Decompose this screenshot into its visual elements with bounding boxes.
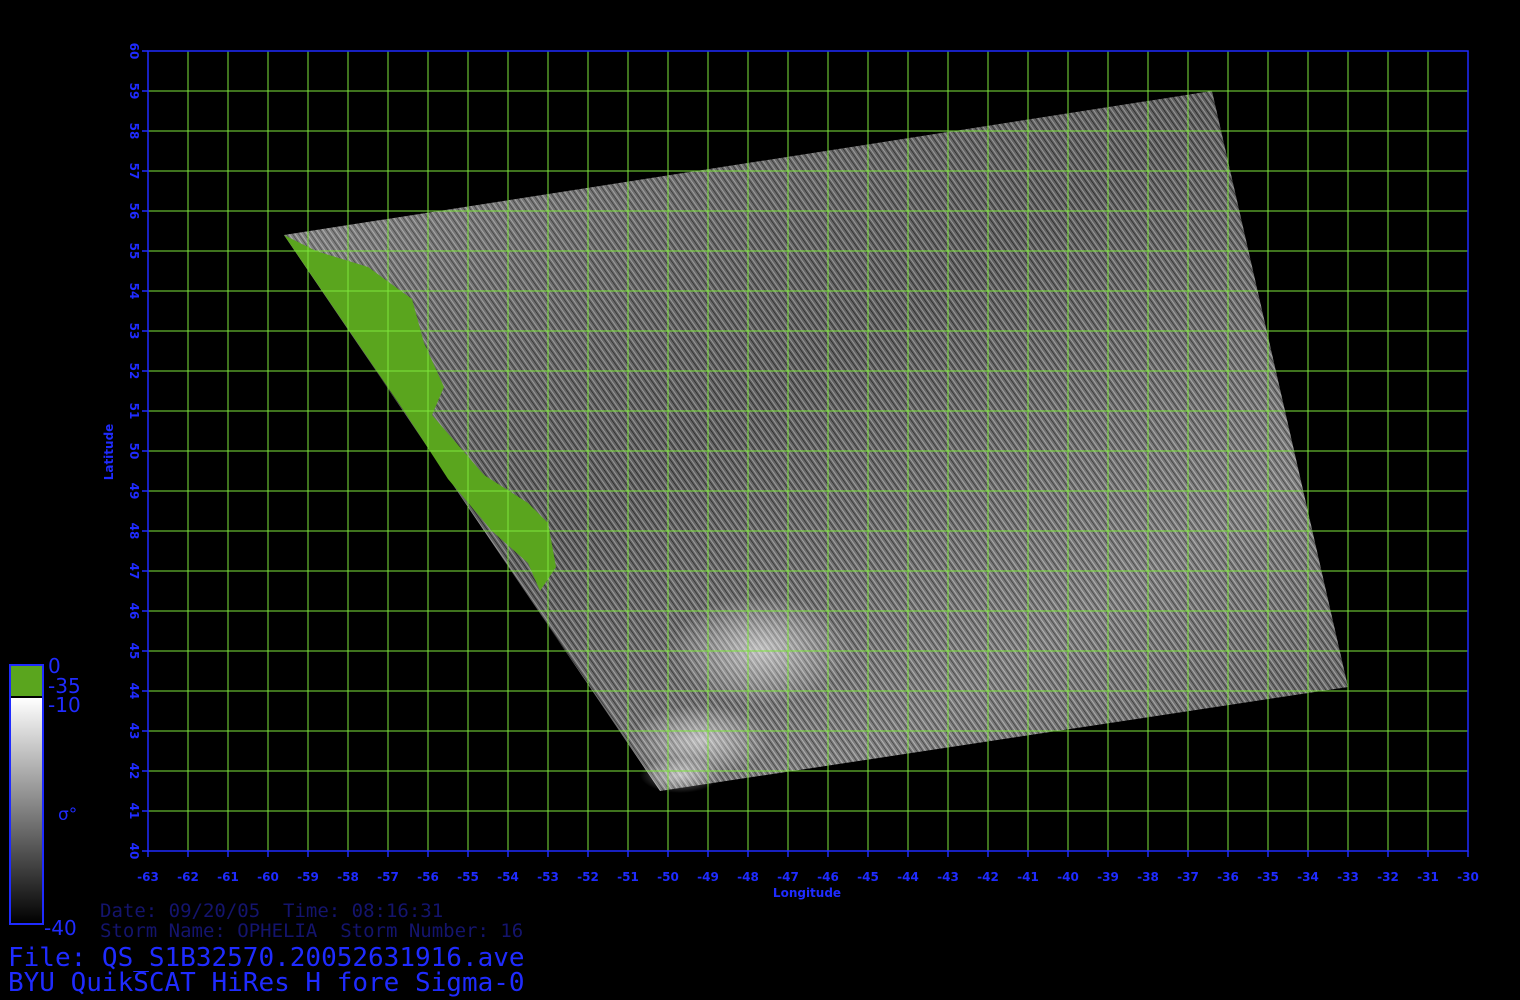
y-tick-label: 51 <box>127 403 141 420</box>
y-tick-label: 59 <box>127 83 141 100</box>
y-tick-label: 53 <box>127 323 141 340</box>
colorbar-upper-label: -10 <box>48 693 81 717</box>
colorbar-land-swatch <box>10 665 43 696</box>
x-tick-label: -30 <box>1457 870 1479 884</box>
y-tick-label: 40 <box>127 843 141 860</box>
y-tick-label: 48 <box>127 523 141 540</box>
storm-line: Storm Name: OPHELIA Storm Number: 16 <box>100 920 524 942</box>
x-tick-label: -52 <box>577 870 599 884</box>
y-tick-label: 49 <box>127 483 141 500</box>
x-tick-label: -43 <box>937 870 959 884</box>
x-tick-label: -59 <box>297 870 319 884</box>
colorbar: 0 -35 -10 σ° -40 <box>9 654 81 940</box>
x-tick-label: -42 <box>977 870 999 884</box>
x-tick-label: -37 <box>1177 870 1199 884</box>
x-tick-label: -62 <box>177 870 199 884</box>
x-tick-label: -44 <box>897 870 919 884</box>
map-figure: -63 -62 -61 -60 -59 -58 -57 -56 -55 -54 -53 -52 -51 -… <box>9 43 1479 940</box>
product-line: BYU QuikSCAT HiRes H fore Sigma-0 <box>8 968 525 998</box>
x-tick-label: -57 <box>377 870 399 884</box>
y-tick-label: 46 <box>127 603 141 620</box>
x-tick-label: -33 <box>1337 870 1359 884</box>
y-tick-label: 50 <box>127 443 141 460</box>
y-tick-label: 41 <box>127 803 141 820</box>
x-tick-label: -58 <box>337 870 359 884</box>
y-tick-label: 45 <box>127 643 141 660</box>
x-tick-label: -34 <box>1297 870 1319 884</box>
x-tick-label: -32 <box>1377 870 1399 884</box>
x-tick-label: -40 <box>1057 870 1079 884</box>
x-tick-label: -53 <box>537 870 559 884</box>
y-tick-label: 60 <box>127 43 141 60</box>
x-tick-label: -41 <box>1017 870 1039 884</box>
x-tick-label: -55 <box>457 870 479 884</box>
x-tick-label: -56 <box>417 870 439 884</box>
x-tick-label: -47 <box>777 870 799 884</box>
x-tick-label: -48 <box>737 870 759 884</box>
x-tick-label: -54 <box>497 870 519 884</box>
x-tick-label: -63 <box>137 870 159 884</box>
x-axis-title: Longitude <box>773 886 841 900</box>
y-tick-label: 55 <box>127 243 141 260</box>
y-axis-title: Latitude <box>102 424 116 481</box>
x-tick-label: -39 <box>1097 870 1119 884</box>
y-tick-label: 54 <box>127 283 141 300</box>
x-tick-label: -50 <box>657 870 679 884</box>
x-tick-label: -51 <box>617 870 639 884</box>
x-tick-label: -45 <box>857 870 879 884</box>
latitude-tick-labels: 40 41 42 43 44 45 46 47 48 49 50 51 52 53 54 55 56 57 58 59… <box>127 43 148 860</box>
x-tick-label: -61 <box>217 870 239 884</box>
x-tick-label: -35 <box>1257 870 1279 884</box>
y-tick-label: 47 <box>127 563 141 580</box>
x-tick-label: -38 <box>1137 870 1159 884</box>
x-tick-label: -60 <box>257 870 279 884</box>
y-tick-label: 57 <box>127 163 141 180</box>
colorbar-bottom-label: -40 <box>44 916 77 940</box>
x-tick-label: -31 <box>1417 870 1439 884</box>
lat-lon-grid <box>147 50 1469 852</box>
y-tick-label: 43 <box>127 723 141 740</box>
x-tick-label: -49 <box>697 870 719 884</box>
y-tick-label: 56 <box>127 203 141 220</box>
y-tick-label: 44 <box>127 683 141 700</box>
colorbar-gradient <box>10 698 43 924</box>
y-tick-label: 58 <box>127 123 141 140</box>
x-tick-label: -36 <box>1217 870 1239 884</box>
longitude-tick-labels: -63 -62 -61 -60 -59 -58 -57 -56 -55 -54 -53 -52 -51 -… <box>137 851 1479 884</box>
date-time-line: Date: 09/20/05 Time: 08:16:31 <box>100 900 444 922</box>
y-tick-label: 42 <box>127 763 141 780</box>
y-tick-label: 52 <box>127 363 141 380</box>
colorbar-symbol: σ° <box>58 805 77 825</box>
x-tick-label: -46 <box>817 870 839 884</box>
